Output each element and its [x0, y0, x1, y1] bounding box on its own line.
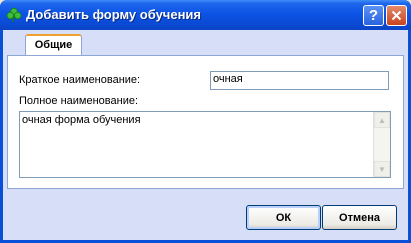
window-title: Добавить форму обучения — [26, 7, 202, 22]
dialog-window: Добавить форму обучения ? Общие Краткое … — [0, 0, 411, 243]
tab-general-label: Общие — [34, 39, 73, 51]
cancel-button[interactable]: Отмена — [322, 205, 397, 230]
help-button[interactable]: ? — [363, 5, 384, 26]
tab-strip: Общие — [3, 30, 408, 56]
scroll-up-arrow-icon[interactable]: ▲ — [374, 112, 390, 128]
short-name-label: Краткое наименование: — [19, 74, 141, 86]
textarea-scrollbar[interactable]: ▲ ▼ — [373, 112, 390, 177]
scroll-down-arrow-icon[interactable]: ▼ — [374, 161, 390, 177]
tab-panel-general: Краткое наименование: очная Полное наиме… — [7, 55, 404, 189]
button-bar: ОК Отмена — [3, 195, 408, 240]
clover-icon — [6, 7, 22, 23]
short-name-input[interactable]: очная — [210, 71, 389, 90]
tab-general[interactable]: Общие — [25, 34, 82, 56]
help-icon: ? — [368, 7, 379, 24]
close-icon — [391, 10, 402, 21]
full-name-textarea[interactable]: очная форма обучения ▲ ▼ — [19, 111, 391, 178]
close-button[interactable] — [386, 5, 407, 26]
title-bar[interactable]: Добавить форму обучения ? — [0, 0, 411, 30]
cancel-button-label: Отмена — [339, 211, 380, 224]
full-name-label: Полное наименование: — [19, 95, 139, 107]
full-name-value: очная форма обучения — [22, 114, 141, 126]
dialog-body: Общие Краткое наименование: очная Полное… — [3, 30, 408, 240]
short-name-value: очная — [213, 73, 243, 85]
ok-button-label: ОК — [275, 211, 292, 224]
ok-button[interactable]: ОК — [246, 205, 321, 230]
